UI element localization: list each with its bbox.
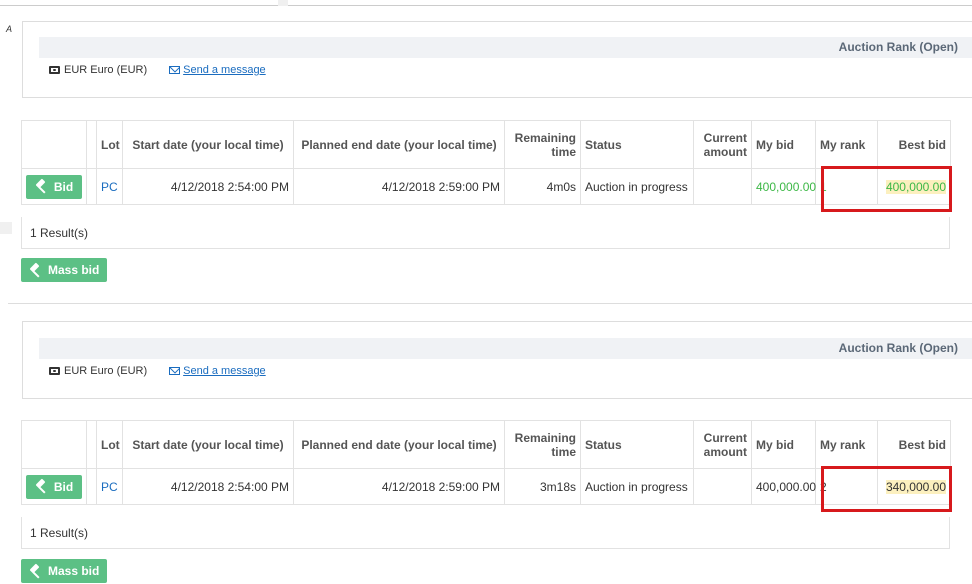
envelope-icon [169, 367, 181, 375]
header-my-bid[interactable]: My bid [751, 120, 816, 169]
mass-bid-button[interactable]: Mass bid [21, 258, 108, 282]
top-tab-marker [278, 0, 288, 6]
lot-cell[interactable]: PC [96, 468, 123, 505]
status-cell: Auction in progress [580, 168, 694, 205]
envelope-icon [169, 66, 181, 74]
remaining-time-cell: 3m18s [504, 468, 581, 505]
send-message-link[interactable]: Send a message [169, 64, 266, 76]
result-count-1: 1 Result(s) [21, 217, 950, 249]
panel-title-2: Auction Rank (Open) [39, 338, 972, 359]
header-remaining-time[interactable]: Remaining time [504, 420, 581, 469]
header-end-date[interactable]: Planned end date (your local time) [293, 420, 505, 469]
bid-cell: Bid [21, 168, 87, 205]
end-date-cell: 4/12/2018 2:59:00 PM [293, 168, 505, 205]
current-amount-cell [693, 168, 752, 205]
header-start-date[interactable]: Start date (your local time) [122, 120, 294, 169]
aside-letter: A [6, 24, 13, 34]
bid-button[interactable]: Bid [26, 474, 82, 499]
auction-panel-2: Auction Rank (Open) EUR Euro (EUR) Send … [22, 321, 972, 399]
annotation-highlight-box-1 [821, 166, 952, 212]
current-amount-cell [693, 468, 752, 505]
lot-cell[interactable]: PC [96, 168, 123, 205]
end-date-cell: 4/12/2018 2:59:00 PM [293, 468, 505, 505]
header-remaining-time[interactable]: Remaining time [504, 120, 581, 169]
table-row: Bid PC 4/12/2018 2:54:00 PM 4/12/2018 2:… [21, 168, 951, 205]
money-icon [49, 367, 60, 375]
currency-label: EUR Euro (EUR) [64, 64, 148, 76]
status-cell: Auction in progress [580, 468, 694, 505]
table-header-row: Lot Start date (your local time) Planned… [21, 420, 951, 469]
section-divider [8, 303, 972, 304]
panel-title-1: Auction Rank (Open) [39, 37, 972, 58]
header-best-bid[interactable]: Best bid [877, 120, 951, 169]
gavel-icon [35, 480, 48, 493]
header-end-date[interactable]: Planned end date (your local time) [293, 120, 505, 169]
send-message-label: Send a message [183, 365, 266, 377]
header-my-rank[interactable]: My rank [815, 420, 878, 469]
lots-table-2: Lot Start date (your local time) Planned… [21, 420, 951, 505]
header-action [21, 420, 87, 469]
result-count-2: 1 Result(s) [21, 517, 950, 549]
gavel-icon [29, 264, 42, 277]
mass-bid-label: Mass bid [48, 564, 100, 578]
auction-panel-1: Auction Rank (Open) EUR Euro (EUR) Send … [22, 21, 972, 98]
currency-row-2: EUR Euro (EUR) Send a message [49, 365, 972, 377]
send-message-label: Send a message [183, 64, 266, 76]
header-action [21, 120, 87, 169]
bid-button-label: Bid [53, 479, 74, 494]
mass-bid-label: Mass bid [48, 263, 100, 277]
my-bid-cell: 400,000.00 [751, 468, 816, 505]
header-current-amount[interactable]: Current amount [693, 120, 752, 169]
send-message-link[interactable]: Send a message [169, 365, 266, 377]
table-row: Bid PC 4/12/2018 2:54:00 PM 4/12/2018 2:… [21, 468, 951, 505]
top-divider [0, 5, 972, 6]
select-cell [86, 468, 97, 505]
header-select [86, 120, 97, 169]
remaining-time-cell: 4m0s [504, 168, 581, 205]
lots-table-1: Lot Start date (your local time) Planned… [21, 120, 951, 205]
left-edge-marker [0, 222, 12, 234]
header-status[interactable]: Status [580, 120, 694, 169]
header-lot[interactable]: Lot [96, 420, 123, 469]
my-bid-cell: 400,000.00 [751, 168, 816, 205]
header-status[interactable]: Status [580, 420, 694, 469]
gavel-icon [35, 180, 48, 193]
start-date-cell: 4/12/2018 2:54:00 PM [122, 468, 294, 505]
bid-button[interactable]: Bid [26, 174, 82, 199]
annotation-highlight-box-2 [821, 466, 952, 512]
bid-cell: Bid [21, 468, 87, 505]
header-best-bid[interactable]: Best bid [877, 420, 951, 469]
mass-bid-button[interactable]: Mass bid [21, 559, 108, 583]
bid-button-label: Bid [53, 179, 74, 194]
header-lot[interactable]: Lot [96, 120, 123, 169]
table-header-row: Lot Start date (your local time) Planned… [21, 120, 951, 169]
start-date-cell: 4/12/2018 2:54:00 PM [122, 168, 294, 205]
header-select [86, 420, 97, 469]
header-start-date[interactable]: Start date (your local time) [122, 420, 294, 469]
mass-bid-wrap-2: Mass bid [21, 559, 108, 583]
currency-row-1: EUR Euro (EUR) Send a message [49, 64, 972, 76]
header-my-bid[interactable]: My bid [751, 420, 816, 469]
currency-label: EUR Euro (EUR) [64, 365, 148, 377]
money-icon [49, 66, 60, 74]
header-my-rank[interactable]: My rank [815, 120, 878, 169]
select-cell [86, 168, 97, 205]
gavel-icon [29, 565, 42, 578]
header-current-amount[interactable]: Current amount [693, 420, 752, 469]
mass-bid-wrap-1: Mass bid [21, 258, 108, 282]
